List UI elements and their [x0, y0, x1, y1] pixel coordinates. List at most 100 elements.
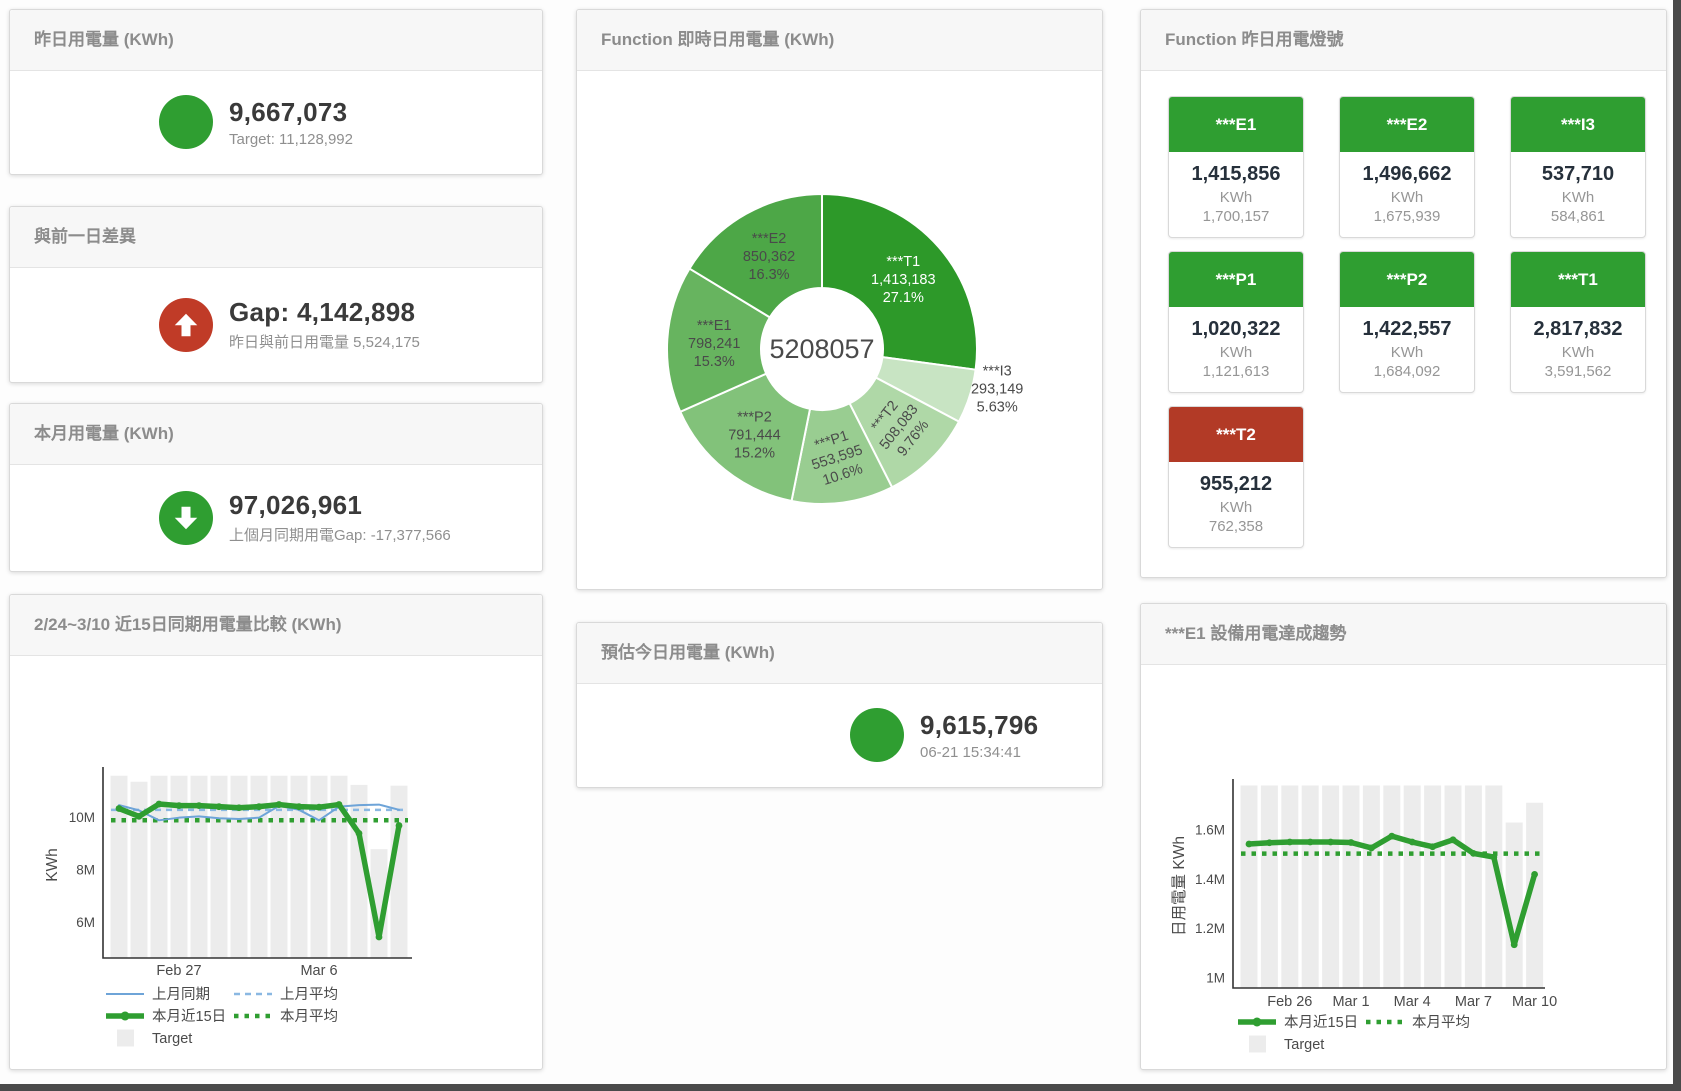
- series-point: [1368, 845, 1375, 852]
- device-tile[interactable]: ***P2 1,422,557 KWh 1,684,092: [1339, 251, 1475, 393]
- y-tick-label: 10M: [69, 810, 95, 825]
- estimate-stat: 9,615,796 06-21 15:34:41: [850, 683, 1038, 787]
- series-point: [176, 802, 183, 809]
- target-bar: [251, 776, 268, 958]
- device-tile-unit: KWh: [1340, 189, 1474, 206]
- device-tile[interactable]: ***E2 1,496,662 KWh 1,675,939: [1339, 96, 1475, 238]
- x-tick-label: Mar 6: [300, 963, 337, 979]
- target-bar: [211, 776, 228, 958]
- target-bar: [1281, 785, 1298, 988]
- legend-label: Target: [1284, 1037, 1324, 1053]
- card-month-usage: 本月用電量 (KWh) 97,026,961 上個月同期用電Gap: -17,3…: [9, 403, 543, 572]
- device-tile-target: 1,675,939: [1340, 208, 1474, 225]
- target-bar: [1506, 823, 1523, 988]
- device-tile-target: 1,700,157: [1169, 208, 1303, 225]
- card-gap-prev-day: 與前一日差異 Gap: 4,142,898 昨日與前日用電量 5,524,175: [9, 206, 543, 383]
- card-lights-title: Function 昨日用電燈號: [1141, 10, 1666, 70]
- x-tick-label: Feb 27: [156, 963, 201, 979]
- card-month-header: 本月用電量 (KWh): [10, 404, 542, 465]
- target-bar: [1465, 785, 1482, 988]
- card-donut-title: Function 即時日用電量 (KWh): [577, 10, 1102, 70]
- series-point: [396, 822, 403, 829]
- device-tile-value: 1,415,856: [1169, 163, 1303, 186]
- legend-point: [121, 1012, 130, 1021]
- legend-label: 本月平均: [280, 1008, 338, 1025]
- up-arrow-icon: [159, 298, 213, 352]
- target-bar: [1424, 785, 1441, 988]
- y-tick-label: 1.4M: [1195, 872, 1225, 887]
- series-point: [1490, 854, 1497, 861]
- series-point: [1511, 941, 1518, 948]
- legend-label: 本月近15日: [1284, 1014, 1358, 1031]
- window-edge-bottom: [0, 1084, 1681, 1091]
- donut-slice-label: ***I3293,1495.63%: [971, 363, 1023, 415]
- series-point: [296, 803, 303, 810]
- device-tile-name: ***I3: [1511, 97, 1645, 152]
- device-tile-name: ***E1: [1169, 97, 1303, 152]
- device-tile-name: ***E2: [1340, 97, 1474, 152]
- y-axis-label: KWh: [44, 848, 61, 882]
- device-tile-value: 2,817,832: [1511, 318, 1645, 341]
- y-axis-label: 日用電量 KWh: [1171, 836, 1188, 936]
- card-e1-trend: ***E1 設備用電達成趨勢 1M1.2M1.4M1.6MFeb 26Mar 1…: [1140, 603, 1667, 1070]
- device-tile-unit: KWh: [1511, 189, 1645, 206]
- y-tick-label: 1.6M: [1195, 822, 1225, 837]
- card-gap-header: 與前一日差異: [10, 207, 542, 268]
- target-bar: [1445, 785, 1462, 988]
- series-point: [116, 805, 123, 812]
- device-tile[interactable]: ***P1 1,020,322 KWh 1,121,613: [1168, 251, 1304, 393]
- x-tick-label: Mar 10: [1512, 994, 1557, 1010]
- device-tile-value: 1,020,322: [1169, 318, 1303, 341]
- yesterday-target: Target: 11,128,992: [229, 131, 353, 148]
- donut-center-total: 5208057: [769, 334, 874, 364]
- device-tile[interactable]: ***I3 537,710 KWh 584,861: [1510, 96, 1646, 238]
- device-tile-value: 1,422,557: [1340, 318, 1474, 341]
- window-edge-right: [1673, 0, 1681, 1091]
- estimate-timestamp: 06-21 15:34:41: [920, 744, 1038, 761]
- device-tile-name: ***T1: [1511, 252, 1645, 307]
- series-point: [1388, 833, 1395, 840]
- series-point: [1327, 839, 1334, 846]
- card-month-title: 本月用電量 (KWh): [10, 404, 542, 464]
- series-point: [236, 804, 243, 811]
- card-lights-header: Function 昨日用電燈號: [1141, 10, 1666, 71]
- device-tile-unit: KWh: [1511, 344, 1645, 361]
- device-tile-name: ***T2: [1169, 407, 1303, 462]
- target-bar: [1322, 785, 1339, 988]
- device-tile-value: 955,212: [1169, 473, 1303, 496]
- comparison-chart[interactable]: 6M8M10MFeb 27Mar 6KWh上月同期上月平均本月近15日本月平均T…: [10, 595, 542, 1069]
- gap-stat: Gap: 4,142,898 昨日與前日用電量 5,524,175: [159, 267, 420, 382]
- device-tile[interactable]: ***T2 955,212 KWh 762,358: [1168, 406, 1304, 548]
- target-bar: [1404, 785, 1421, 988]
- realtime-usage-donut[interactable]: ***T11,413,18327.1%***I3293,1495.63%***T…: [577, 10, 1102, 589]
- card-device-lights: Function 昨日用電燈號 ***E1 1,415,856 KWh 1,70…: [1140, 9, 1667, 578]
- dashboard-page: 昨日用電量 (KWh) 9,667,073 Target: 11,128,992…: [0, 0, 1681, 1091]
- card-today-estimate: 預估今日用電量 (KWh) 9,615,796 06-21 15:34:41: [576, 622, 1103, 788]
- legend-label: 上月平均: [280, 986, 338, 1003]
- estimate-value: 9,615,796: [920, 710, 1038, 741]
- device-tile-grid: ***E1 1,415,856 KWh 1,700,157 ***E2 1,49…: [1168, 96, 1646, 548]
- card-comparison-chart: 2/24~3/10 近15日同期用電量比較 (KWh) 6M8M10MFeb 2…: [9, 594, 543, 1070]
- series-point: [1246, 841, 1253, 848]
- series-point: [336, 801, 343, 808]
- card-realtime-donut: Function 即時日用電量 (KWh) ***T11,413,18327.1…: [576, 9, 1103, 590]
- card-yesterday-title: 昨日用電量 (KWh): [10, 10, 542, 70]
- y-tick-label: 1.2M: [1195, 921, 1225, 936]
- device-tile[interactable]: ***T1 2,817,832 KWh 3,591,562: [1510, 251, 1646, 393]
- device-tile[interactable]: ***E1 1,415,856 KWh 1,700,157: [1168, 96, 1304, 238]
- y-tick-label: 1M: [1206, 971, 1225, 986]
- green-status-circle-icon: [850, 708, 904, 762]
- series-point: [1531, 871, 1538, 878]
- green-status-circle-icon: [159, 95, 213, 149]
- card-donut-header: Function 即時日用電量 (KWh): [577, 10, 1102, 71]
- series-point: [1409, 839, 1416, 846]
- card-trend-header: ***E1 設備用電達成趨勢: [1141, 604, 1666, 665]
- device-tile-target: 762,358: [1169, 518, 1303, 535]
- e1-trend-chart[interactable]: 1M1.2M1.4M1.6MFeb 26Mar 1Mar 4Mar 7Mar 1…: [1141, 604, 1666, 1069]
- series-point: [276, 801, 283, 808]
- target-bar: [1302, 785, 1319, 988]
- series-point: [356, 830, 363, 837]
- series-point: [156, 801, 163, 808]
- y-tick-label: 6M: [76, 915, 95, 930]
- series-point: [1429, 843, 1436, 850]
